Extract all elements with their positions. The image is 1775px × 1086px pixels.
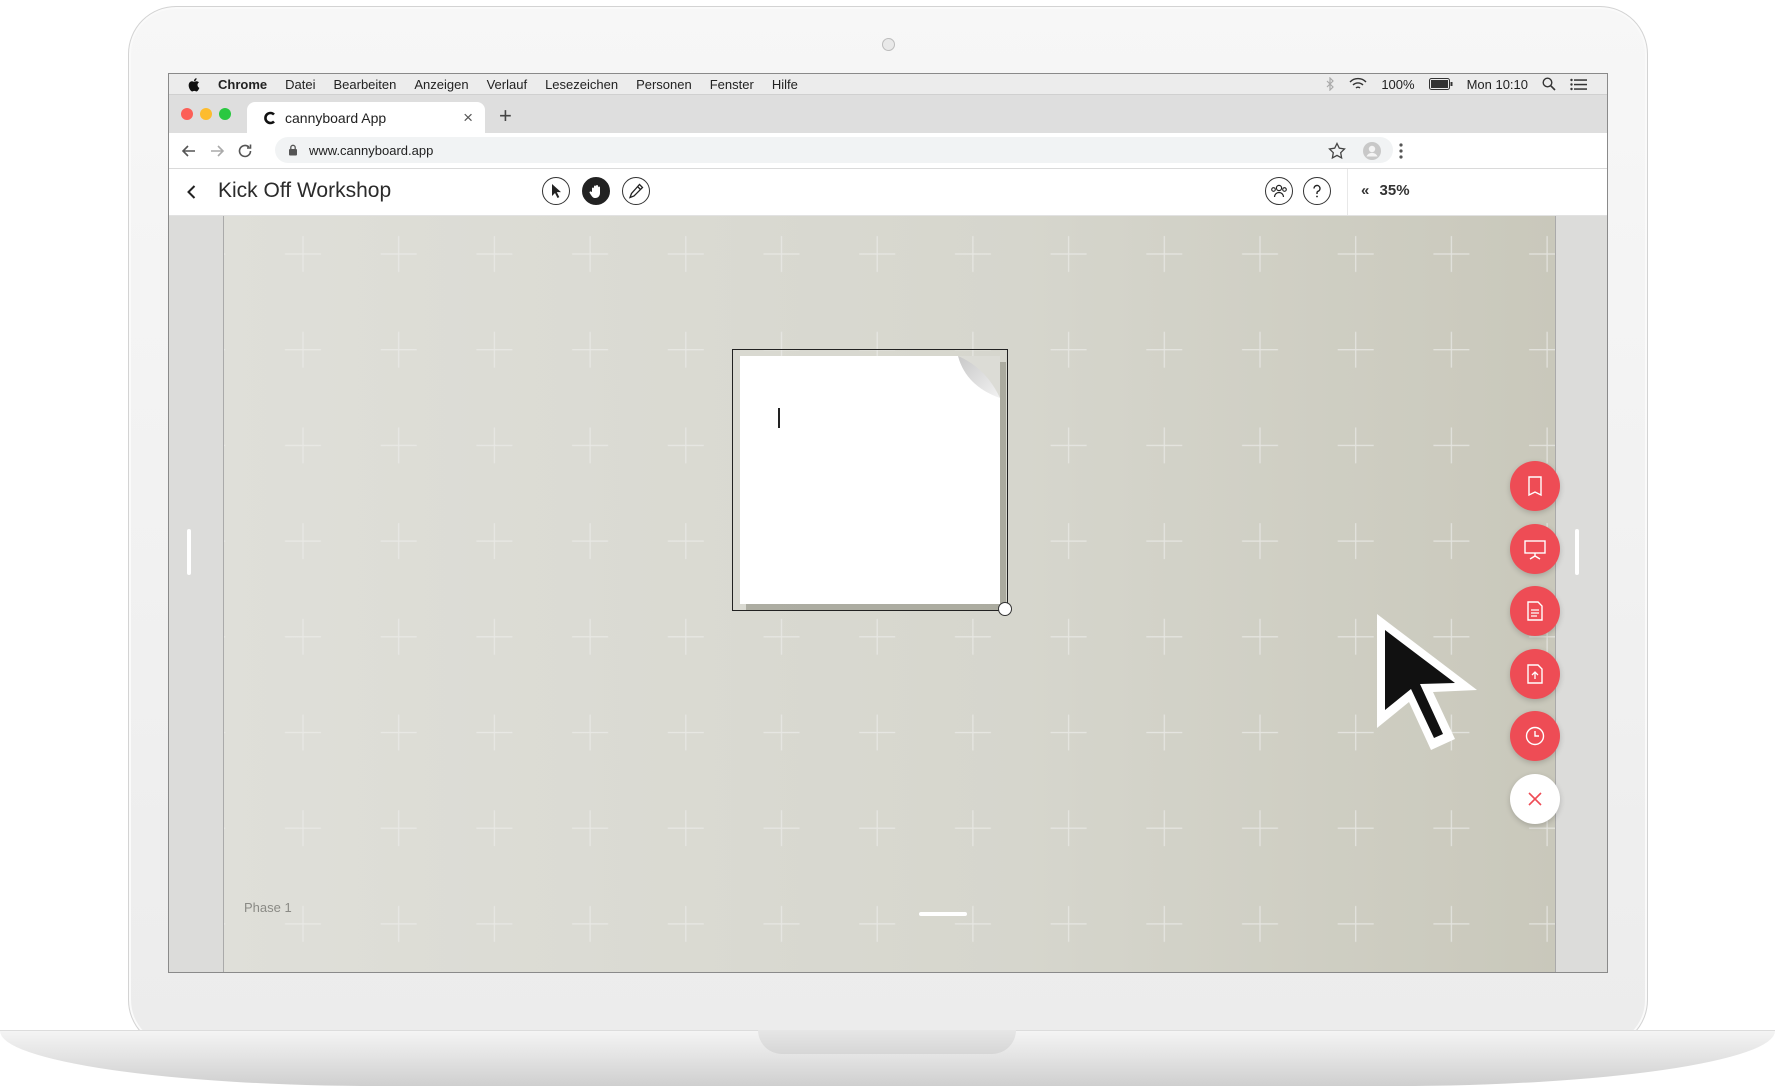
hand-icon <box>589 185 600 198</box>
add-presentation-button[interactable] <box>1510 524 1560 574</box>
tab-close-icon[interactable]: × <box>463 108 473 128</box>
menu-bearbeiten[interactable]: Bearbeiten <box>333 77 396 92</box>
menu-fenster[interactable]: Fenster <box>710 77 754 92</box>
menu-personen[interactable]: Personen <box>636 77 692 92</box>
sticky-note-container[interactable] <box>732 349 1012 616</box>
menubar-status: 100% Mon 10:10 <box>1325 74 1587 94</box>
notification-center-icon[interactable] <box>1570 78 1587 91</box>
left-panel-handle[interactable] <box>187 529 191 575</box>
mouse-pointer-icon <box>1377 614 1477 750</box>
header-divider <box>1347 169 1348 215</box>
reload-icon[interactable] <box>235 141 255 161</box>
page-curl-icon <box>958 356 1000 398</box>
forward-arrow-icon[interactable] <box>207 141 227 161</box>
kebab-menu-icon[interactable] <box>1391 141 1411 161</box>
clock-icon <box>1525 726 1545 746</box>
timer-button[interactable] <box>1510 711 1560 761</box>
wifi-icon[interactable] <box>1349 77 1367 91</box>
resize-handle[interactable] <box>998 602 1012 616</box>
participants-button[interactable] <box>1265 177 1293 205</box>
back-arrow-icon[interactable] <box>179 141 199 161</box>
bluetooth-icon[interactable] <box>1325 77 1335 91</box>
participants-icon <box>1271 184 1287 198</box>
lock-icon[interactable] <box>287 144 299 156</box>
battery-icon[interactable] <box>1428 78 1453 90</box>
phase-label: Phase 1 <box>244 900 292 915</box>
cannyboard-favicon-icon <box>264 111 275 124</box>
bookmark-star-icon[interactable] <box>1327 141 1347 161</box>
tab-title: cannyboard App <box>285 109 387 126</box>
upload-file-icon <box>1527 664 1543 684</box>
address-bar[interactable]: www.cannyboard.app <box>275 137 1393 163</box>
sticky-note-icon <box>1528 476 1542 497</box>
pen-icon <box>628 183 644 199</box>
board-title: Kick Off Workshop <box>218 179 392 202</box>
clock[interactable]: Mon 10:10 <box>1467 77 1528 92</box>
menu-lesezeichen[interactable]: Lesezeichen <box>545 77 618 92</box>
close-menu-button[interactable] <box>1510 774 1560 824</box>
zoom-level: 35% <box>1379 182 1410 199</box>
profile-avatar-icon[interactable] <box>1362 141 1382 161</box>
url-text: www.cannyboard.app <box>309 142 434 158</box>
right-panel-handle[interactable] <box>1575 529 1579 575</box>
menu-chrome[interactable]: Chrome <box>218 77 267 92</box>
window-minimize-button[interactable] <box>200 108 212 120</box>
document-icon <box>1527 601 1543 621</box>
menu-datei[interactable]: Datei <box>285 77 315 92</box>
presentation-icon <box>1524 540 1546 560</box>
sticky-note[interactable] <box>740 356 1000 604</box>
window-zoom-button[interactable] <box>219 108 231 120</box>
menu-verlauf[interactable]: Verlauf <box>487 77 527 92</box>
hand-tool-button[interactable] <box>582 177 610 205</box>
close-icon <box>1528 792 1542 806</box>
laptop-base-notch <box>758 1030 1016 1054</box>
spotlight-search-icon[interactable] <box>1542 77 1556 91</box>
help-button[interactable] <box>1303 177 1331 205</box>
add-document-button[interactable] <box>1510 586 1560 636</box>
back-chevron-icon[interactable] <box>183 183 201 201</box>
apple-icon[interactable] <box>187 77 202 92</box>
browser-tabstrip: cannyboard App × + <box>169 95 1607 133</box>
window-close-button[interactable] <box>181 108 193 120</box>
pen-tool-button[interactable] <box>622 177 650 205</box>
bottom-panel-handle[interactable] <box>919 912 967 916</box>
upload-file-button[interactable] <box>1510 649 1560 699</box>
menu-hilfe[interactable]: Hilfe <box>772 77 798 92</box>
pointer-tool-button[interactable] <box>542 177 570 205</box>
macos-menubar: Chrome Datei Bearbeiten Anzeigen Verlauf… <box>169 74 1607 95</box>
camera <box>882 38 895 51</box>
new-tab-icon[interactable]: + <box>499 103 512 129</box>
battery-percent: 100% <box>1381 76 1415 92</box>
browser-toolbar: www.cannyboard.app <box>169 133 1607 169</box>
app-header: Kick Off Workshop « 35% <box>169 169 1607 216</box>
collapse-double-chevron-icon[interactable]: « <box>1361 182 1369 199</box>
menu-anzeigen[interactable]: Anzeigen <box>414 77 468 92</box>
cursor-icon <box>552 184 561 198</box>
add-sticky-note-button[interactable] <box>1510 461 1560 511</box>
zoom-control[interactable]: « 35% <box>1361 182 1410 199</box>
browser-tab[interactable]: cannyboard App × <box>247 102 485 133</box>
text-caret <box>778 408 780 428</box>
question-mark-icon <box>1313 184 1321 198</box>
